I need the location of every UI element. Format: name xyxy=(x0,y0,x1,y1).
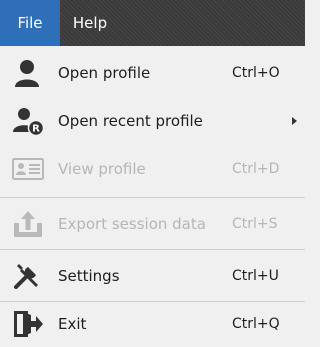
menu-help[interactable]: Help xyxy=(60,0,120,46)
file-menu-dropdown: Open profile Ctrl+O R Open recent profil… xyxy=(0,46,305,345)
export-icon xyxy=(12,209,44,239)
shortcut-label: Ctrl+U xyxy=(232,268,279,284)
shortcut-label: Ctrl+S xyxy=(232,216,278,232)
submenu-arrow-icon xyxy=(292,117,297,125)
menu-item-label: Export session data xyxy=(58,215,206,233)
menu-item-view-profile[interactable]: View profile Ctrl+D xyxy=(0,146,305,192)
tools-icon xyxy=(12,261,44,291)
id-card-icon xyxy=(12,154,44,184)
menu-separator xyxy=(0,249,305,250)
shortcut-label: Ctrl+D xyxy=(232,161,280,177)
menu-item-export-session-data[interactable]: Export session data Ctrl+S xyxy=(0,201,305,247)
menu-item-label: View profile xyxy=(58,160,146,178)
recent-badge-letter: R xyxy=(32,124,40,135)
shortcut-label: Ctrl+O xyxy=(232,65,280,81)
menu-item-exit[interactable]: Exit Ctrl+Q xyxy=(0,301,305,347)
menu-item-label: Settings xyxy=(58,267,120,285)
menu-item-settings[interactable]: Settings Ctrl+U xyxy=(0,253,305,299)
menu-bar: File Help xyxy=(0,0,305,46)
menu-item-open-profile[interactable]: Open profile Ctrl+O xyxy=(0,50,305,96)
shortcut-label: Ctrl+Q xyxy=(232,316,280,332)
menu-file[interactable]: File xyxy=(0,0,60,46)
menu-item-open-recent-profile[interactable]: R Open recent profile xyxy=(0,98,305,144)
recent-profile-icon: R xyxy=(12,106,45,137)
menu-item-label: Exit xyxy=(58,315,87,333)
exit-icon xyxy=(12,309,44,339)
menu-item-label: Open recent profile xyxy=(58,112,203,130)
user-icon xyxy=(12,58,44,88)
menu-separator xyxy=(0,197,305,198)
menu-item-label: Open profile xyxy=(58,64,151,82)
